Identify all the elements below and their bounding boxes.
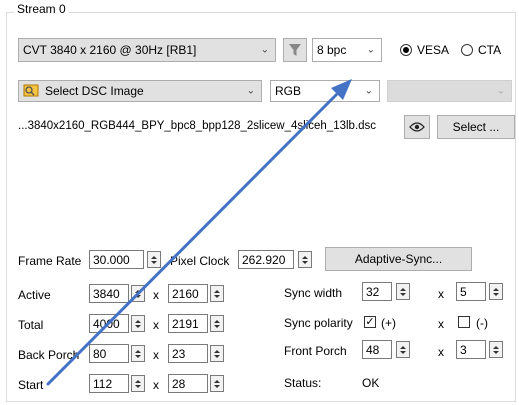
annotation-arrow: [46, 79, 352, 386]
